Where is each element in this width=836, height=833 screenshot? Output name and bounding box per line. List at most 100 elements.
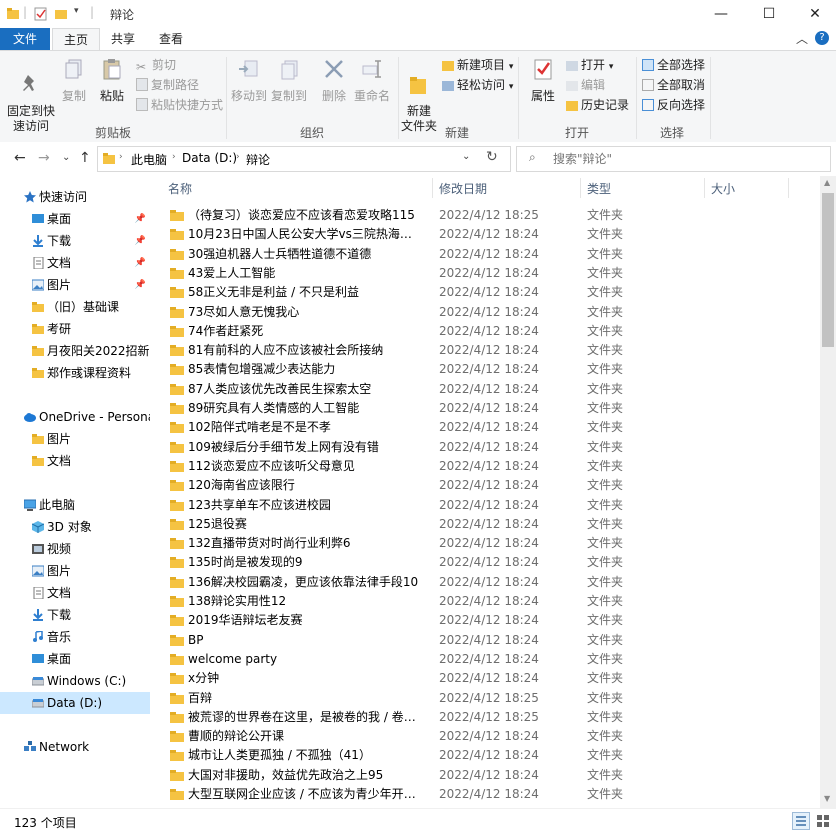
back-arrow-icon[interactable]: ← <box>14 150 26 166</box>
tab-share[interactable]: 共享 <box>100 28 146 50</box>
column-type[interactable]: 类型 <box>587 180 611 197</box>
refresh-icon[interactable]: ↻ <box>486 149 498 165</box>
large-icons-view-button[interactable] <box>814 812 832 830</box>
open-button[interactable]: 打开 ▾ <box>566 56 613 74</box>
file-row[interactable]: x分钟 2022/4/12 18:24 文件夹 <box>160 669 810 688</box>
nav-item[interactable]: 月夜阳关2022招新 <box>0 340 150 362</box>
file-row[interactable]: 大国对非援助，效益优先政治之上95 2022/4/12 18:24 文件夹 <box>160 766 810 785</box>
file-row[interactable]: 138辩论实用性12 2022/4/12 18:24 文件夹 <box>160 592 810 611</box>
nav-item[interactable]: 3D 对象 <box>0 516 150 538</box>
breadcrumb-data-d[interactable]: Data (D:) <box>182 151 237 165</box>
search-input[interactable] <box>551 150 825 168</box>
search-box[interactable]: ⌕ <box>516 146 831 172</box>
nav-item[interactable]: Windows (C:) <box>0 670 150 692</box>
new-folder-button[interactable]: 新建 文件夹 <box>400 57 438 134</box>
select-all-button[interactable]: 全部选择 <box>642 56 705 74</box>
pin-to-quick-access-button[interactable]: 固定到快 速访问 <box>4 57 58 134</box>
easy-access-button[interactable]: 轻松访问 ▾ <box>442 76 513 94</box>
file-row[interactable]: 10月23日中国人民公安大学vs三院热海联队 2022/4/12 18:24 文件夹 <box>160 225 810 244</box>
breadcrumb-this-pc[interactable]: 此电脑 <box>131 151 167 168</box>
nav-item[interactable]: 音乐 <box>0 626 150 648</box>
file-row[interactable]: BP 2022/4/12 18:24 文件夹 <box>160 631 810 650</box>
nav-item[interactable]: 文档 <box>0 582 150 604</box>
file-row[interactable]: 112谈恋爱应不应该听父母意见 2022/4/12 18:24 文件夹 <box>160 457 810 476</box>
nav-item[interactable]: （旧）基础课 <box>0 296 150 318</box>
copy-to-button[interactable]: 复制到 <box>270 57 308 104</box>
cut-button[interactable]: ✂ 剪切 <box>136 56 176 74</box>
nav-item[interactable]: OneDrive - Personal <box>0 406 158 428</box>
nav-item[interactable]: 图片 <box>0 428 150 450</box>
nav-item[interactable]: 下载 📌 <box>0 230 150 252</box>
breadcrumb-current[interactable]: 辩论 <box>246 151 270 168</box>
file-row[interactable]: 85表情包增强减少表达能力 2022/4/12 18:24 文件夹 <box>160 360 810 379</box>
new-item-button[interactable]: 新建项目 ▾ <box>442 56 513 74</box>
delete-button[interactable]: 删除 <box>316 57 352 104</box>
copy-button[interactable]: 复制 <box>58 57 90 104</box>
help-icon[interactable]: ? <box>815 31 829 45</box>
forward-arrow-icon[interactable]: → <box>38 150 50 166</box>
file-row[interactable]: 102陪伴式啃老是不是不孝 2022/4/12 18:24 文件夹 <box>160 418 810 437</box>
column-date[interactable]: 修改日期 <box>439 180 487 197</box>
file-row[interactable]: 125退役赛 2022/4/12 18:24 文件夹 <box>160 515 810 534</box>
edit-button[interactable]: 编辑 <box>566 76 605 94</box>
tab-file[interactable]: 文件 <box>0 28 50 50</box>
nav-item[interactable]: 此电脑 <box>0 494 150 516</box>
file-row[interactable]: 2019华语辩坛老友赛 2022/4/12 18:24 文件夹 <box>160 611 810 630</box>
file-row[interactable]: 87人类应该优先改善民生探索太空 2022/4/12 18:24 文件夹 <box>160 380 810 399</box>
nav-item[interactable]: Network <box>0 736 150 758</box>
file-row[interactable]: 大型互联网企业应该 / 不应该为青少年开设防沉迷 2022/4/12 18:24 文… <box>160 785 810 804</box>
file-row[interactable]: 73尽如人意无愧我心 2022/4/12 18:24 文件夹 <box>160 303 810 322</box>
file-row[interactable]: 123共享单车不应该进校园 2022/4/12 18:24 文件夹 <box>160 496 810 515</box>
file-row[interactable]: 城市让人类更孤独 / 不孤独（41） 2022/4/12 18:24 文件夹 <box>160 746 810 765</box>
nav-item[interactable]: 文档 📌 <box>0 252 150 274</box>
paste-button[interactable]: 粘贴 <box>94 57 130 104</box>
customize-quick-access-icon[interactable]: ▾ <box>74 6 79 16</box>
copy-path-button[interactable]: 复制路径 <box>136 76 199 94</box>
file-row[interactable]: 136解决校园霸凌，更应该依靠法律手段10 2022/4/12 18:24 文件夹 <box>160 573 810 592</box>
details-view-button[interactable] <box>792 812 810 830</box>
scrollbar-thumb[interactable] <box>822 193 834 347</box>
scroll-down-icon[interactable]: ▼ <box>824 794 830 803</box>
file-row[interactable]: （待复习）谈恋爱应不应该看恋爱攻略115 2022/4/12 18:25 文件夹 <box>160 206 810 225</box>
nav-item[interactable]: 考研 <box>0 318 150 340</box>
column-name[interactable]: 名称 <box>168 180 192 197</box>
file-row[interactable]: 58正义无非是利益 / 不只是利益 2022/4/12 18:24 文件夹 <box>160 283 810 302</box>
address-dropdown-chevron-icon[interactable]: ⌄ <box>462 151 470 162</box>
nav-item[interactable]: 桌面 <box>0 648 150 670</box>
invert-selection-button[interactable]: 反向选择 <box>642 96 705 114</box>
column-size[interactable]: 大小 <box>711 180 735 197</box>
nav-item[interactable]: 桌面 📌 <box>0 208 150 230</box>
nav-item[interactable]: 视频 <box>0 538 150 560</box>
file-row[interactable]: 135时尚是被发现的9 2022/4/12 18:24 文件夹 <box>160 553 810 572</box>
up-arrow-icon[interactable]: ↑ <box>79 150 91 166</box>
move-to-button[interactable]: 移动到 <box>230 57 268 104</box>
recent-locations-chevron-icon[interactable]: ⌄ <box>62 152 70 163</box>
file-row[interactable]: welcome party 2022/4/12 18:24 文件夹 <box>160 650 810 669</box>
nav-item[interactable]: 图片 <box>0 560 150 582</box>
tab-home[interactable]: 主页 <box>52 28 100 50</box>
maximize-button[interactable]: ☐ <box>746 0 792 28</box>
tab-view[interactable]: 查看 <box>148 28 194 50</box>
rename-button[interactable]: 重命名 <box>354 57 390 104</box>
address-bar[interactable]: › 此电脑 › Data (D:) › 辩论 ⌄ ↻ <box>97 146 511 172</box>
nav-item[interactable]: 下载 <box>0 604 150 626</box>
scroll-up-icon[interactable]: ▲ <box>824 178 830 187</box>
nav-item[interactable]: Data (D:) <box>0 692 150 714</box>
close-button[interactable]: ✕ <box>792 0 836 28</box>
collapse-ribbon-icon[interactable]: ︿ <box>796 30 808 47</box>
file-row[interactable]: 109被绿后分手细节发上网有没有错 2022/4/12 18:24 文件夹 <box>160 438 810 457</box>
file-row[interactable]: 120海南省应该限行 2022/4/12 18:24 文件夹 <box>160 476 810 495</box>
file-row[interactable]: 43爱上人工智能 2022/4/12 18:24 文件夹 <box>160 264 810 283</box>
nav-item[interactable]: 文档 <box>0 450 150 472</box>
minimize-button[interactable]: — <box>698 0 744 28</box>
nav-item[interactable]: 郑作彧课程资料 <box>0 362 150 384</box>
history-button[interactable]: 历史记录 <box>566 96 629 114</box>
file-row[interactable]: 89研究具有人类情感的人工智能 2022/4/12 18:24 文件夹 <box>160 399 810 418</box>
file-row[interactable]: 74作者赶紧死 2022/4/12 18:24 文件夹 <box>160 322 810 341</box>
file-row[interactable]: 百辩 2022/4/12 18:25 文件夹 <box>160 689 810 708</box>
file-row[interactable]: 132直播带货对时尚行业利弊6 2022/4/12 18:24 文件夹 <box>160 534 810 553</box>
file-row[interactable]: 81有前科的人应不应该被社会所接纳 2022/4/12 18:24 文件夹 <box>160 341 810 360</box>
file-row[interactable]: 30强迫机器人士兵牺牲道德不道德 2022/4/12 18:24 文件夹 <box>160 245 810 264</box>
nav-item[interactable]: 图片 📌 <box>0 274 150 296</box>
file-row[interactable]: 被荒谬的世界卷在这里，是被卷的我 / 卷我的世界 2022/4/12 18:25 文… <box>160 708 810 727</box>
